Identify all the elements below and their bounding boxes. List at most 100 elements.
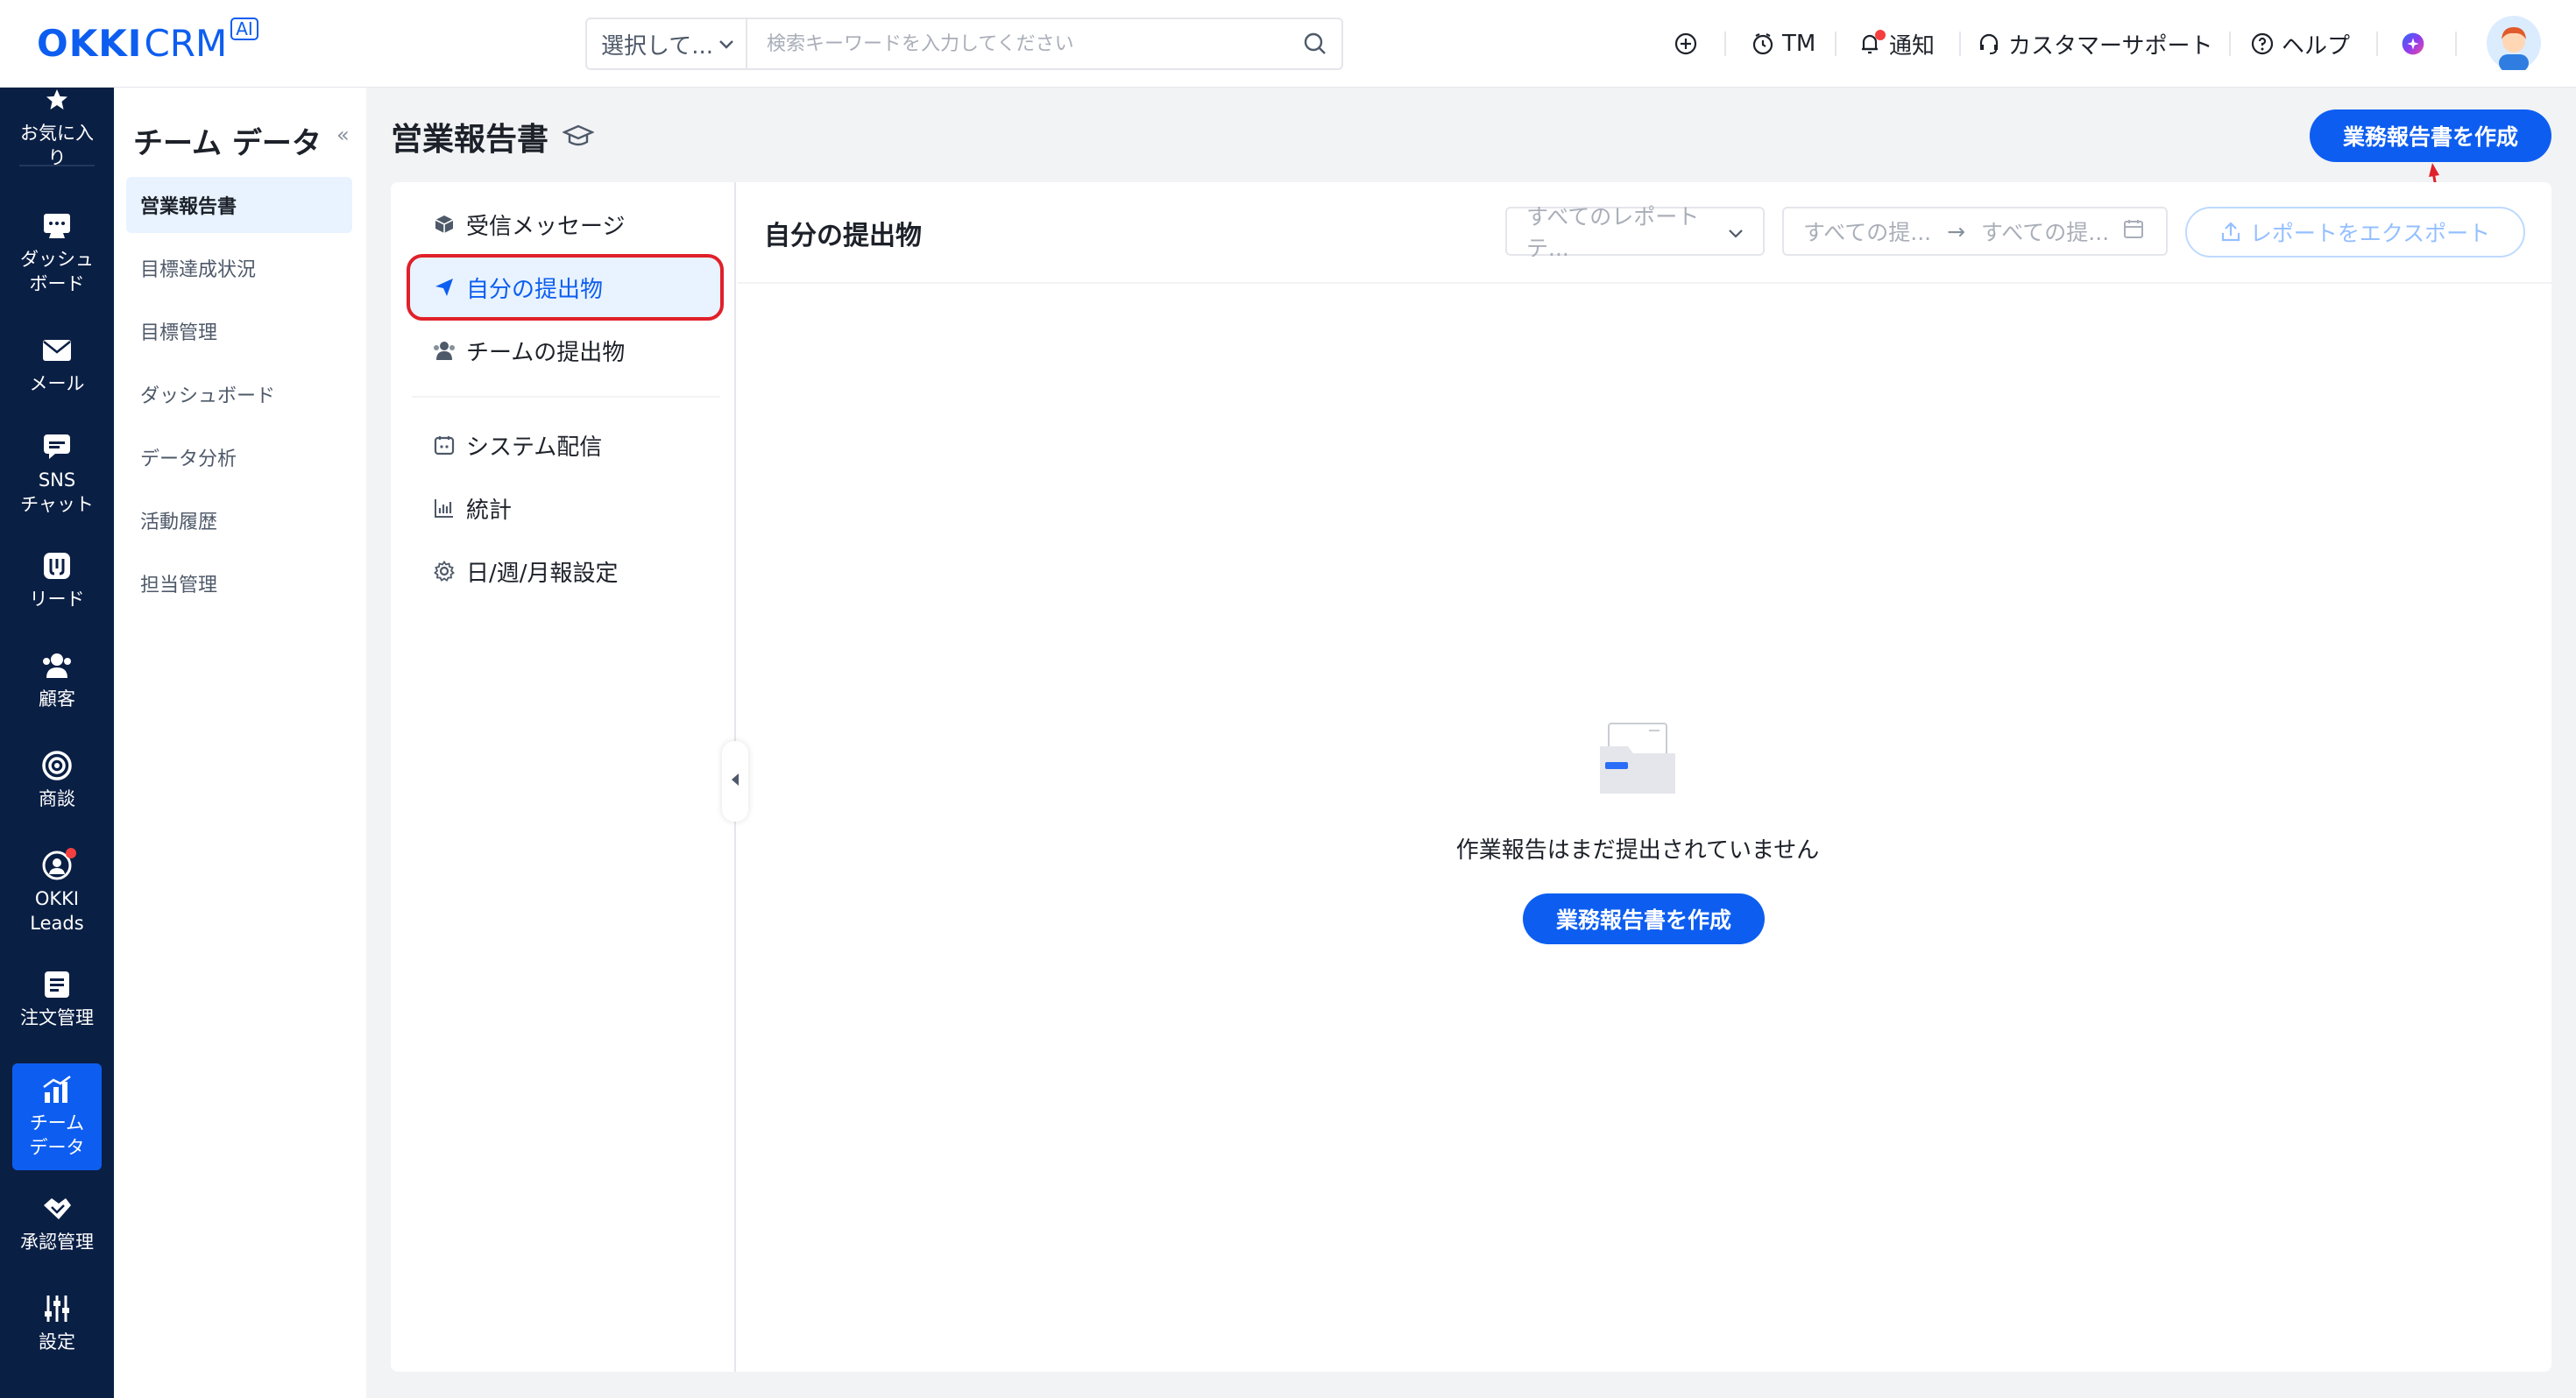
nav-label: 設定 <box>39 1331 75 1352</box>
okki-leads-icon <box>41 848 76 881</box>
sidebar-item-activity-history[interactable]: 活動履歴 <box>126 492 352 548</box>
menu-label: 日/週/月報設定 <box>466 560 619 587</box>
empty-create-report-button[interactable]: 業務報告書を作成 <box>1523 893 1765 944</box>
export-label: レポートをエクスポート <box>2249 221 2491 246</box>
menu-label: 自分の提出物 <box>466 276 604 303</box>
gear-icon <box>433 560 456 582</box>
content-title: 自分の提出物 <box>764 221 922 251</box>
sidebar-item-dashboard[interactable]: ダッシュボード <box>126 366 352 422</box>
menu-label: 受信メッセージ <box>466 213 626 240</box>
notification-button[interactable]: 通知 <box>1858 23 1935 65</box>
nav-item-customers[interactable]: 顧客 <box>12 650 102 711</box>
collapse-sidebar-button[interactable]: « <box>336 123 350 147</box>
sidebar-item-data-analysis[interactable]: データ分析 <box>126 429 352 485</box>
export-report-button[interactable]: レポートをエクスポート <box>2185 207 2525 258</box>
search-input[interactable] <box>747 19 1289 68</box>
nav-label: メール <box>29 373 85 394</box>
help-button[interactable]: ヘルプ <box>2250 23 2350 65</box>
star-icon <box>41 84 73 116</box>
nav-label: チーム <box>29 1112 85 1133</box>
caret-left-icon <box>730 772 740 791</box>
nav-item-approval[interactable]: 承認管理 <box>12 1193 102 1254</box>
search-scope-select[interactable]: 選択して... <box>587 19 747 68</box>
headset-icon <box>1977 32 2001 56</box>
menu-label: チームの提出物 <box>466 339 626 366</box>
notification-label: 通知 <box>1889 32 1936 60</box>
ai-assistant-button[interactable] <box>2401 23 2432 65</box>
report-panel: 受信メッセージ 自分の提出物 チームの提出物 システム配信 統計 日/週/月報設… <box>391 182 2551 1372</box>
page-title-text: 営業報告書 <box>391 122 549 158</box>
divider <box>1959 32 1961 56</box>
menu-item-inbox[interactable]: 受信メッセージ <box>410 194 720 254</box>
main-nav: お気に入 り ダッシュ ボード メール SNS チャット リード 顧客 商談 O… <box>0 88 114 1398</box>
customer-support-button[interactable]: カスタマーサポート <box>1977 23 2212 65</box>
approval-icon <box>41 1193 73 1225</box>
report-template-filter[interactable]: すべてのレポートテ... <box>1505 204 1765 261</box>
nav-item-deals[interactable]: 商談 <box>12 750 102 811</box>
nav-item-favorites[interactable]: お気に入 り <box>12 84 102 170</box>
customers-icon <box>41 650 73 681</box>
help-label: ヘルプ <box>2282 32 2351 60</box>
team-icon <box>433 339 456 362</box>
create-report-button[interactable]: 業務報告書を作成 <box>2310 109 2551 162</box>
divider <box>1835 32 1836 56</box>
content-divider <box>738 282 2551 284</box>
nav-label: ボード <box>29 273 85 294</box>
logo-crm-text: CRM <box>144 22 228 65</box>
menu-item-report-settings[interactable]: 日/週/月報設定 <box>410 541 720 601</box>
top-bar: OKKI CRM AI 選択して... TM 通知 <box>0 0 2576 88</box>
chevron-down-icon <box>718 33 734 54</box>
empty-state-text: 作業報告はまだ提出されていません <box>1455 837 1820 864</box>
target-icon <box>41 750 73 781</box>
menu-item-statistics[interactable]: 統計 <box>410 478 720 538</box>
sidebar-item-goal-management[interactable]: 目標管理 <box>126 303 352 359</box>
menu-divider <box>412 396 720 398</box>
date-range-picker[interactable]: すべての提... → すべての提... <box>1782 207 2168 256</box>
nav-item-mail[interactable]: メール <box>12 335 102 396</box>
bar-chart-icon <box>433 497 456 519</box>
lead-icon <box>41 550 73 582</box>
report-menu: 受信メッセージ 自分の提出物 チームの提出物 システム配信 統計 日/週/月報設… <box>391 182 736 1372</box>
avatar[interactable] <box>2487 16 2541 72</box>
menu-label: システム配信 <box>466 434 603 461</box>
calendar-icon <box>433 434 456 456</box>
chat-icon <box>41 431 73 462</box>
nav-label: 注文管理 <box>20 1007 94 1028</box>
logo-text: OKKI <box>37 22 143 65</box>
graduation-cap-icon[interactable] <box>563 119 598 154</box>
nav-item-dashboard[interactable]: ダッシュ ボード <box>12 210 102 296</box>
sidebar-item-goal-status[interactable]: 目標達成状況 <box>126 240 352 296</box>
search-icon[interactable] <box>1289 19 1341 68</box>
nav-label: 承認管理 <box>20 1232 94 1253</box>
nav-label: 顧客 <box>39 688 75 710</box>
panel-collapse-handle[interactable] <box>722 741 748 822</box>
add-button[interactable] <box>1674 23 1705 65</box>
nav-item-sns-chat[interactable]: SNS チャット <box>12 431 102 517</box>
okki-crm-logo[interactable]: OKKI CRM AI <box>37 18 258 67</box>
team-data-icon <box>41 1074 73 1105</box>
date-end[interactable]: すべての提... <box>1981 215 2109 247</box>
nav-label: リード <box>29 589 85 610</box>
menu-item-team-submissions[interactable]: チームの提出物 <box>410 321 720 380</box>
nav-item-okki-leads[interactable]: OKKI Leads <box>12 848 102 936</box>
page-title: 営業報告書 <box>391 114 598 159</box>
notification-badge <box>1875 30 1886 40</box>
help-icon <box>2250 32 2275 56</box>
nav-item-team-data[interactable]: チーム データ <box>12 1063 102 1170</box>
logo-ai-badge: AI <box>230 18 258 40</box>
calendar-icon <box>2123 218 2144 244</box>
tm-label: TM <box>1782 31 1816 57</box>
date-start[interactable]: すべての提... <box>1803 215 1931 247</box>
menu-item-my-submissions[interactable]: 自分の提出物 <box>407 254 724 321</box>
sidebar-item-sales-report[interactable]: 営業報告書 <box>126 177 352 233</box>
nav-item-orders[interactable]: 注文管理 <box>12 969 102 1030</box>
nav-label: 商談 <box>39 788 75 809</box>
sidebar-item-assignee-management[interactable]: 担当管理 <box>126 555 352 611</box>
nav-item-leads[interactable]: リード <box>12 550 102 611</box>
nav-item-settings[interactable]: 設定 <box>12 1293 102 1354</box>
menu-item-system-delivery[interactable]: システム配信 <box>410 415 720 475</box>
bell-icon <box>1858 30 1886 56</box>
tm-button[interactable]: TM <box>1751 23 1815 65</box>
menu-label: 統計 <box>466 497 513 524</box>
sidebar-title: チーム データ <box>133 126 322 161</box>
